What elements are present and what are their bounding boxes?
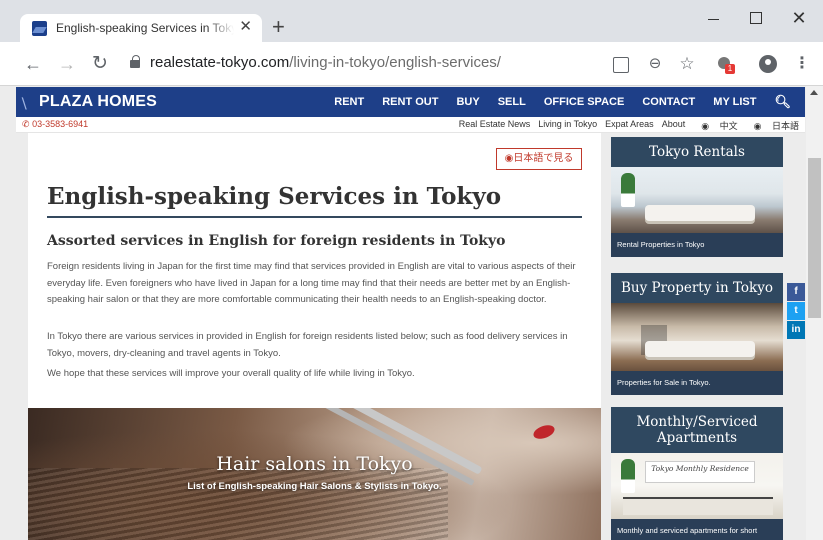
forward-arrow-icon[interactable]: → xyxy=(58,55,76,73)
article-content: ◉日本語で見る English-speaking Services in Tok… xyxy=(28,133,601,540)
browser-toolbar: ← → ↻ realestate-tokyo.com/living-in-tok… xyxy=(0,42,823,86)
nail-image-detail xyxy=(531,422,557,442)
shelf-image-detail xyxy=(623,497,773,515)
main-nav: RENT RENT OUT BUY SELL OFFICE SPACE CONT… xyxy=(334,87,805,117)
nav-contact[interactable]: CONTACT xyxy=(642,96,695,108)
view-in-japanese-label: 日本語で見る xyxy=(513,153,574,164)
extension-icon[interactable]: 1 xyxy=(716,54,736,74)
plant-image-detail xyxy=(621,459,635,493)
linkedin-icon[interactable]: in xyxy=(787,321,805,339)
phone-icon: ✆ xyxy=(22,119,30,129)
extension-badge: 1 xyxy=(725,64,735,74)
zoom-icon[interactable]: ⊖ xyxy=(645,54,665,74)
page-scrollbar[interactable] xyxy=(806,86,823,540)
link-real-estate-news[interactable]: Real Estate News xyxy=(459,119,531,132)
menu-icon[interactable]: ⋮ xyxy=(792,54,812,74)
rentals-image xyxy=(611,167,783,233)
monthly-apartments-image: Tokyo Monthly Residence xyxy=(611,453,783,519)
link-chinese[interactable]: ◉ 中文 xyxy=(693,119,737,132)
scrollbar-thumb[interactable] xyxy=(808,158,821,318)
back-arrow-icon[interactable]: ← xyxy=(24,55,42,73)
link-about[interactable]: About xyxy=(662,119,686,132)
url-path: /living-in-tokyo/english-services/ xyxy=(289,54,501,71)
buy-property-image xyxy=(611,303,783,371)
star-icon[interactable]: ☆ xyxy=(677,54,697,74)
nav-buy[interactable]: BUY xyxy=(456,96,479,108)
logo-text: PLAZA HOMES xyxy=(39,93,158,110)
nav-rent[interactable]: RENT xyxy=(334,96,364,108)
page-title: English-speaking Services in Tokyo xyxy=(47,183,582,218)
phone-number[interactable]: ✆ 03-3583-6941 xyxy=(22,119,88,130)
services-paragraph: In Tokyo there are various services in p… xyxy=(47,331,568,359)
closing-paragraph: We hope that these services will improve… xyxy=(47,368,415,379)
card-caption: Properties for Sale in Tokyo. xyxy=(611,371,783,395)
card-caption: Monthly and serviced apartments for shor… xyxy=(611,519,783,540)
scroll-up-arrow-icon[interactable] xyxy=(810,90,818,95)
nav-rent-out[interactable]: RENT OUT xyxy=(382,96,438,108)
banner-subtitle: List of English-speaking Hair Salons & S… xyxy=(187,481,442,492)
sidebar-card-rentals[interactable]: Tokyo Rentals Rental Properties in Tokyo xyxy=(611,137,783,257)
twitter-icon[interactable]: t xyxy=(787,302,805,320)
tokyo-monthly-residence-sign: Tokyo Monthly Residence xyxy=(645,461,755,483)
maximize-button[interactable] xyxy=(745,8,765,28)
globe-icon: ◉ xyxy=(701,121,710,131)
lock-icon[interactable] xyxy=(130,55,140,68)
view-in-japanese-button[interactable]: ◉日本語で見る xyxy=(496,148,582,170)
link-living-in-tokyo[interactable]: Living in Tokyo xyxy=(538,119,597,132)
browser-title-bar: English-speaking Services in Tokyo ✕ + ✕ xyxy=(0,0,823,42)
address-bar[interactable]: realestate-tokyo.com/living-in-tokyo/eng… xyxy=(150,54,501,71)
globe-icon: ◉ xyxy=(753,121,762,131)
card-title: Buy Property in Tokyo xyxy=(611,273,783,303)
reload-icon[interactable]: ↻ xyxy=(91,54,109,73)
nav-my-list[interactable]: MY LIST xyxy=(713,96,756,108)
section-subtitle: Assorted services in English for foreign… xyxy=(47,233,506,249)
sidebar-card-monthly[interactable]: Monthly/Serviced Apartments Tokyo Monthl… xyxy=(611,407,783,540)
tab-close-icon[interactable]: ✕ xyxy=(239,18,252,36)
logo-mark-icon: ⧹ xyxy=(22,96,27,111)
hair-image-detail xyxy=(28,468,448,540)
page-viewport: ⧹ PLAZA HOMES RENT RENT OUT BUY SELL OFFI… xyxy=(0,86,823,540)
intro-paragraph: Foreign residents living in Japan for th… xyxy=(47,261,576,305)
nav-office-space[interactable]: OFFICE SPACE xyxy=(544,96,624,108)
sub-nav: ✆ 03-3583-6941 Real Estate News Living i… xyxy=(16,117,805,133)
card-title: Tokyo Rentals xyxy=(611,137,783,167)
site-favicon-icon xyxy=(32,21,47,36)
translate-icon[interactable] xyxy=(611,54,631,74)
site-header: ⧹ PLAZA HOMES RENT RENT OUT BUY SELL OFFI… xyxy=(16,87,805,117)
plant-image-detail xyxy=(621,173,635,207)
browser-tab[interactable]: English-speaking Services in Tokyo ✕ xyxy=(20,14,262,42)
link-chinese-label: 中文 xyxy=(719,121,738,131)
phone-text: 03-3583-6941 xyxy=(32,119,89,129)
sidebar-card-buy[interactable]: Buy Property in Tokyo Properties for Sal… xyxy=(611,273,783,395)
new-tab-button[interactable]: + xyxy=(272,16,285,38)
link-expat-areas[interactable]: Expat Areas xyxy=(605,119,654,132)
facebook-icon[interactable]: f xyxy=(787,283,805,301)
url-host: realestate-tokyo.com xyxy=(150,54,290,71)
hair-salons-banner[interactable]: Hair salons in Tokyo List of English-spe… xyxy=(28,408,601,540)
sofa-image-detail xyxy=(645,341,755,357)
nav-sell[interactable]: SELL xyxy=(498,96,526,108)
card-caption: Rental Properties in Tokyo xyxy=(611,233,783,257)
tab-title: English-speaking Services in Tokyo xyxy=(56,21,234,35)
card-title: Monthly/Serviced Apartments xyxy=(611,407,783,453)
link-japanese[interactable]: ◉ 日本語 xyxy=(746,119,799,132)
sofa-image-detail xyxy=(645,205,755,221)
window-close-button[interactable]: ✕ xyxy=(789,8,809,28)
site-logo[interactable]: ⧹ PLAZA HOMES xyxy=(22,93,157,111)
link-japanese-label: 日本語 xyxy=(771,121,799,131)
minimize-button[interactable] xyxy=(704,8,724,28)
banner-title: Hair salons in Tokyo xyxy=(216,453,413,475)
search-icon[interactable]: 🔍︎ xyxy=(774,94,791,110)
secondary-links: Real Estate News Living in Tokyo Expat A… xyxy=(451,119,799,132)
account-icon[interactable] xyxy=(758,54,778,74)
